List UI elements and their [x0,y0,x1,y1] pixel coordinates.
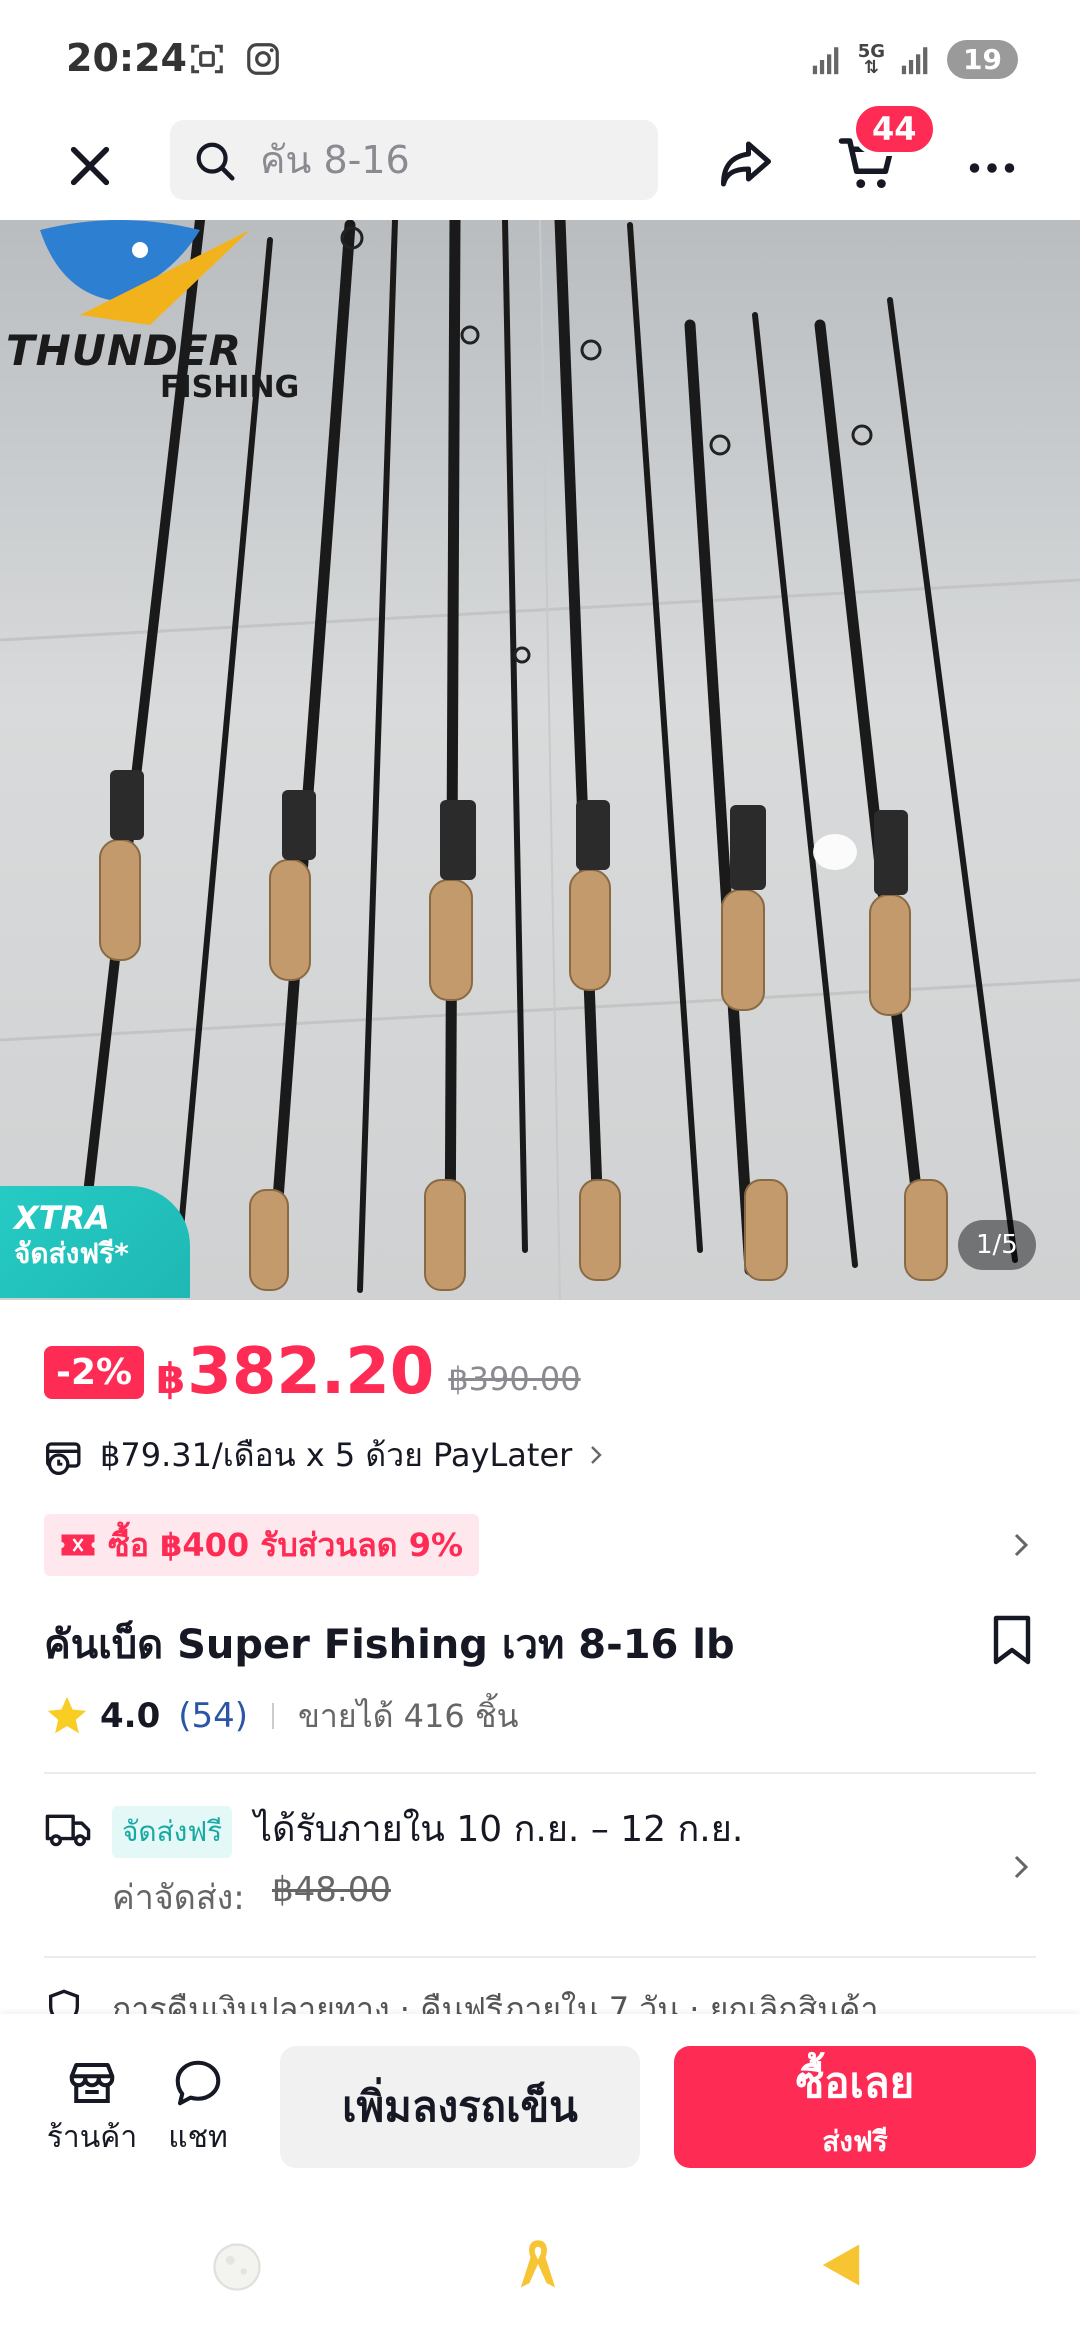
guarantee-text: การคืนเงินปลายทาง · คืนฟรีภายใน 7 วัน · … [112,1990,879,2014]
promo-row[interactable]: ซื้อ ฿400 รับส่วนลด 9% [44,1514,1036,1576]
ribbon-icon[interactable] [512,2236,564,2296]
delivery-estimate: ได้รับภายใน 10 ก.ย. – 12 ก.ย. [254,1809,744,1850]
signal-icon-2 [901,46,928,74]
guarantee-row[interactable]: การคืนเงินปลายทาง · คืนฟรีภายใน 7 วัน · … [44,1984,1036,2014]
chevron-right-icon [1014,1855,1029,1879]
chat-label: แชท [168,2120,228,2155]
instagram-icon [247,43,279,75]
search-box[interactable] [170,120,658,200]
store-button[interactable]: ร้านค้า [44,2056,140,2161]
chat-button[interactable]: แชท [156,2056,240,2161]
search-input[interactable] [260,130,640,190]
add-to-cart-button[interactable]: เพิ่มลงรถเข็น [280,2046,640,2168]
status-bar: 20:24 5G ⇅ 19 [0,0,1080,118]
coupon-icon [61,1534,95,1556]
buy-now-label: ซื้อเลย [795,2058,915,2107]
rating-row[interactable]: 4.0 (54) ขายได้ 416 ชิ้น [44,1688,519,1744]
buy-now-sublabel: ส่งฟรี [822,2125,888,2158]
divider [44,1956,1036,1958]
rating-value: 4.0 [100,1696,161,1736]
divider [272,1703,275,1729]
truck-icon [45,1814,91,1847]
shipping-row[interactable]: จัดส่งฟรี ได้รับภายใน 10 ก.ย. – 12 ก.ย. … [44,1800,1036,1940]
promo-text: ซื้อ ฿400 รับส่วนลด 9% [108,1525,464,1564]
signal-icon [812,46,839,74]
bookmark-icon[interactable] [988,1614,1036,1666]
product-image[interactable]: THUNDER FISHING XTRA จัดส่งฟรี* 1/5 [0,220,1080,1300]
paylater-text: ฿79.31/เดือน x 5 ด้วย PayLater [100,1435,573,1474]
moon-icon[interactable] [210,2240,264,2294]
chat-icon [175,2060,221,2106]
brand-subname: FISHING [160,370,300,405]
paylater-row[interactable]: ฿79.31/เดือน x 5 ด้วย PayLater [44,1430,608,1480]
action-bar: ร้านค้า แชท เพิ่มลงรถเข็น ซื้อเลย ส่งฟรี [0,2014,1080,2186]
status-time: 20:24 [66,36,187,80]
shield-icon [49,1989,79,2014]
original-price: ฿390.00 [448,1360,581,1398]
screenshot-icon [191,44,223,74]
current-price: 382.20 [187,1335,435,1409]
divider [44,1772,1036,1774]
currency-symbol: ฿ [156,1353,186,1403]
sold-count: ขายได้ 416 ชิ้น [298,1696,519,1735]
discount-badge: -2% [44,1345,145,1399]
more-icon[interactable] [962,138,1022,198]
battery-indicator: 19 [947,40,1018,79]
product-title: คันเบ็ด Super Fishing เวท 8-16 lb [44,1622,735,1668]
price-row: -2% ฿ 382.20 ฿390.00 [44,1335,581,1409]
image-counter: 1/5 [958,1220,1036,1270]
buy-now-button[interactable]: ซื้อเลย ส่งฟรี [674,2046,1036,2168]
chevron-right-icon [591,1446,602,1464]
star-icon [47,1696,87,1734]
store-label: ร้านค้า [46,2120,138,2155]
xtra-free-shipping-badge: XTRA จัดส่งฟรี* [0,1186,190,1298]
paylater-icon [46,1442,81,1475]
search-icon [196,142,235,181]
brand-name: THUNDER [6,326,242,375]
shipping-fee-value: ฿48.00 [272,1870,391,1910]
title-row: คันเบ็ด Super Fishing เวท 8-16 lb [44,1612,1036,1672]
free-shipping-chip: จัดส่งฟรี [112,1806,233,1858]
shipping-fee-label: ค่าจัดส่ง: [112,1878,245,1918]
share-icon[interactable] [716,134,776,194]
system-nav-bar [0,2186,1080,2340]
network-type: 5G ⇅ [857,40,886,78]
cart-badge: 44 [852,102,937,156]
store-icon [69,2062,115,2104]
back-icon[interactable] [818,2240,864,2290]
top-nav: 44 [0,102,1080,220]
promo-chip[interactable]: ซื้อ ฿400 รับส่วนลด 9% [44,1514,480,1576]
close-icon[interactable] [62,138,118,194]
chevron-right-icon [1014,1533,1029,1557]
rating-count[interactable]: (54) [178,1696,248,1736]
